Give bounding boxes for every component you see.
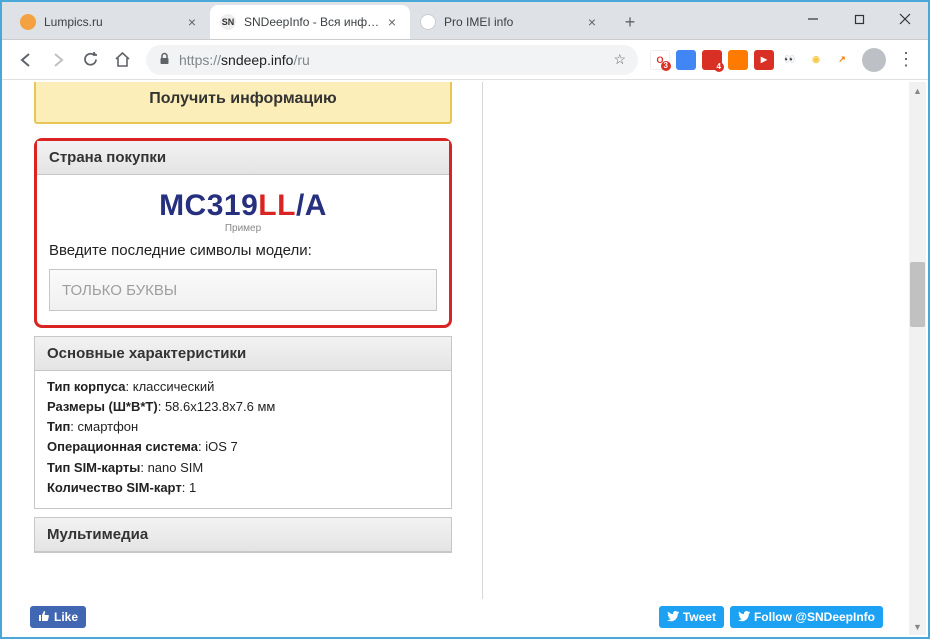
reload-button[interactable] [74,44,106,76]
country-purchase-card: Страна покупки MC319LL/A Пример Введите … [34,138,452,328]
spec-value: iOS 7 [205,439,238,454]
spec-value: 1 [189,480,196,495]
ext-opera-icon[interactable]: O3 [650,50,670,70]
input-prompt: Введите последние символы модели: [49,242,437,259]
model-part-b: LL [258,189,296,222]
favicon-sndeepinfo: SN [220,14,236,30]
scroll-down-arrow-icon[interactable]: ▼ [909,618,926,635]
spec-label: Размеры (Ш*В*Т) [47,399,158,414]
sample-label: Пример [49,223,437,234]
country-card-header: Страна покупки [37,141,449,175]
vertical-scrollbar[interactable]: ▲ ▼ [909,82,926,635]
twitter-follow-button[interactable]: Follow @SNDeepInfo [730,606,883,628]
forward-button[interactable] [42,44,74,76]
tab-title: Pro IMEI info [444,15,580,29]
ext-owl-icon[interactable]: 👀 [780,50,800,70]
spec-row: Количество SIM-карт: 1 [47,478,439,498]
model-part-c: /A [296,189,327,222]
page-viewport: Получить информацию Страна покупки MC319… [4,82,926,635]
get-info-label: Получить информацию [36,82,450,108]
page-body: Получить информацию Страна покупки MC319… [4,82,909,635]
like-label: Like [54,610,78,624]
tab-lumpics[interactable]: Lumpics.ru × [10,5,210,39]
spec-label: Тип SIM-карты [47,460,140,475]
spec-value: 58.6x123.8x7.6 мм [165,399,275,414]
url-host: sndeep.info [221,52,293,68]
profile-avatar[interactable] [862,48,886,72]
thumbs-up-icon [38,610,50,625]
spec-value: смартфон [78,419,139,434]
tab-title: SNDeepInfo - Вся информа [244,15,380,29]
spec-row: Тип SIM-карты: nano SIM [47,458,439,478]
back-button[interactable] [10,44,42,76]
multimedia-card: Мультимедиа [34,517,452,553]
social-footer: Like Tweet Follow @SNDeepInfo [4,599,909,635]
spec-row: Тип корпуса: классический [47,377,439,397]
ext-translate-icon[interactable] [676,50,696,70]
ext-swoosh-icon[interactable]: ↗ [832,50,852,70]
lock-icon [158,52,171,68]
follow-label: Follow @SNDeepInfo [754,610,875,624]
tab-title: Lumpics.ru [44,15,180,29]
ext-play-icon[interactable]: ▶ [754,50,774,70]
new-tab-button[interactable]: + [616,8,644,36]
bookmark-star-icon[interactable]: ☆ [613,51,626,68]
specs-card: Основные характеристики Тип корпуса: кла… [34,336,452,509]
window-close-button[interactable] [882,2,928,36]
country-card-body: MC319LL/A Пример Введите последние симво… [37,175,449,325]
facebook-like-button[interactable]: Like [30,606,86,628]
twitter-icon [667,610,679,625]
left-column: Получить информацию Страна покупки MC319… [4,82,482,635]
url-scheme: https:// [179,52,221,68]
browser-menu-button[interactable]: ⋮ [892,49,920,70]
spec-value: классический [133,379,215,394]
twitter-tweet-button[interactable]: Tweet [659,606,724,628]
get-info-button[interactable]: Получить информацию [34,82,452,124]
home-button[interactable] [106,44,138,76]
url-path: /ru [293,52,309,68]
tab-close-button[interactable]: × [184,14,200,30]
model-example: MC319LL/A [49,189,437,223]
tab-close-button[interactable]: × [584,14,600,30]
ext-badge: 3 [661,61,671,71]
ext-orange-icon[interactable] [728,50,748,70]
spec-label: Тип корпуса [47,379,126,394]
toolbar: https://sndeep.info/ru ☆ O3 4 ▶ 👀 ◉ ↗ ⋮ [2,40,928,80]
spec-label: Тип [47,419,70,434]
specs-list: Тип корпуса: классический Размеры (Ш*В*Т… [35,371,451,508]
extension-icons: O3 4 ▶ 👀 ◉ ↗ [646,50,856,70]
tweet-label: Tweet [683,610,716,624]
spec-label: Количество SIM-карт [47,480,182,495]
tab-sndeepinfo[interactable]: SN SNDeepInfo - Вся информа × [210,5,410,39]
spec-row: Операционная система: iOS 7 [47,437,439,457]
ext-badge: 4 [714,62,724,72]
model-letters-input[interactable] [49,269,437,311]
favicon-lumpics [20,14,36,30]
twitter-icon [738,610,750,625]
scroll-up-arrow-icon[interactable]: ▲ [909,82,926,99]
spec-value: nano SIM [148,460,204,475]
browser-window: Lumpics.ru × SN SNDeepInfo - Вся информа… [0,0,930,639]
favicon-proimei [420,14,436,30]
multimedia-card-header: Мультимедиа [35,518,451,552]
spec-row: Размеры (Ш*В*Т): 58.6x123.8x7.6 мм [47,397,439,417]
tab-proimei[interactable]: Pro IMEI info × [410,5,610,39]
address-bar[interactable]: https://sndeep.info/ru ☆ [146,45,638,75]
tab-close-button[interactable]: × [384,14,400,30]
model-part-a: MC319 [159,189,258,222]
right-column [482,82,909,635]
spec-row: Тип: смартфон [47,417,439,437]
ext-yellow-icon[interactable]: ◉ [806,50,826,70]
scrollbar-thumb[interactable] [910,262,925,327]
window-controls [790,2,928,36]
window-maximize-button[interactable] [836,2,882,36]
spec-label: Операционная система [47,439,198,454]
ext-adblock-icon[interactable]: 4 [702,50,722,70]
specs-card-header: Основные характеристики [35,337,451,371]
window-minimize-button[interactable] [790,2,836,36]
